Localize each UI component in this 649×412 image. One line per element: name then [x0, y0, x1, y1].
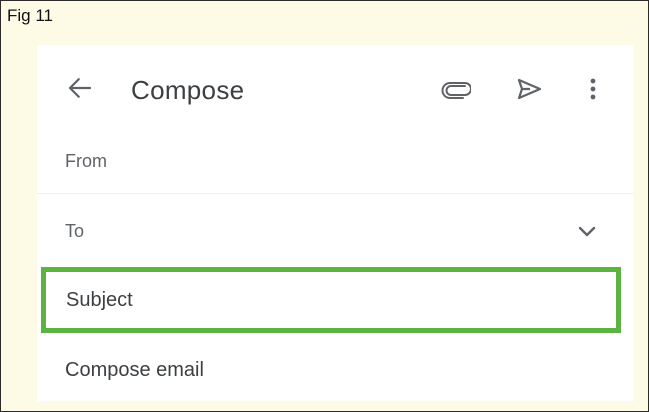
to-field[interactable]: To — [37, 193, 634, 263]
subject-label: Subject — [66, 289, 133, 311]
compose-body-field[interactable]: Compose email — [37, 345, 634, 401]
subject-field[interactable]: Subject — [41, 267, 621, 333]
compose-screen: Compose From To Subject Compose email — [37, 45, 634, 401]
figure-label: Fig 11 — [7, 6, 53, 25]
send-icon[interactable] — [515, 75, 543, 103]
compose-title: Compose — [131, 75, 245, 105]
more-vert-icon[interactable] — [588, 75, 598, 103]
arrow-back-icon[interactable] — [65, 73, 95, 103]
figure-frame: Fig 11 Compose From To Subject Compose e… — [0, 0, 649, 412]
to-label: To — [65, 221, 85, 241]
compose-toolbar: Compose — [37, 45, 634, 133]
compose-body-label: Compose email — [65, 359, 204, 381]
paperclip-icon[interactable] — [441, 77, 471, 101]
chevron-down-icon[interactable] — [578, 226, 596, 238]
from-field[interactable]: From — [37, 133, 634, 194]
from-label: From — [65, 151, 107, 171]
